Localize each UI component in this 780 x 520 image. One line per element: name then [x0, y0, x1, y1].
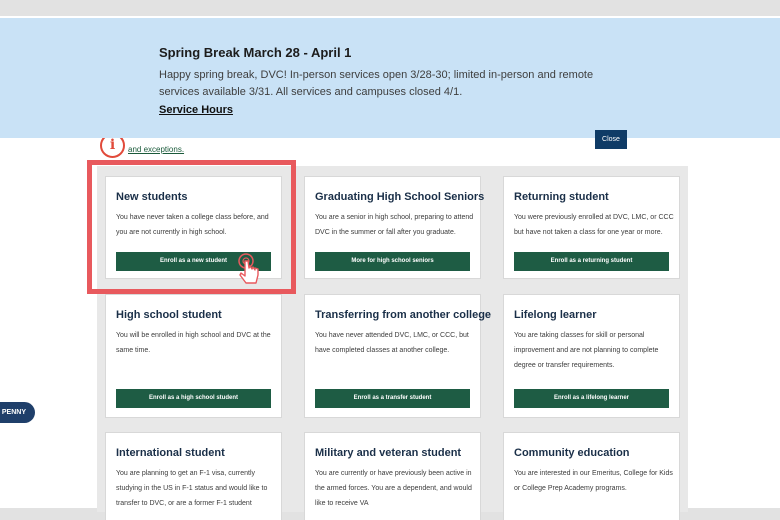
card-title: Graduating High School Seniors: [315, 191, 485, 203]
card-description: You are taking classes for skill or pers…: [514, 332, 659, 369]
banner-title: Spring Break March 28 - April 1: [159, 45, 352, 60]
card-description: You were previously enrolled at DVC, LMC…: [514, 214, 674, 236]
card-international-student: International student You are planning t…: [105, 432, 282, 520]
card-high-school-student: High school student You will be enrolled…: [105, 294, 282, 418]
card-returning-student: Returning student You were previously en…: [503, 176, 680, 279]
card-community-education: Community education You are interested i…: [503, 432, 680, 520]
card-military-veteran: Military and veteran student You are cur…: [304, 432, 481, 520]
card-description: You have never attended DVC, LMC, or CCC…: [315, 332, 469, 354]
card-title: Returning student: [514, 191, 609, 203]
highlight-box: [87, 160, 296, 294]
enroll-returning-student-button[interactable]: Enroll as a returning student: [514, 252, 669, 271]
hand-cursor-icon: [238, 253, 259, 284]
card-transferring: Transferring from another college You ha…: [304, 294, 491, 418]
card-title: Transferring from another college: [315, 309, 492, 321]
card-title: Lifelong learner: [514, 309, 597, 321]
enroll-transfer-student-button[interactable]: Enroll as a transfer student: [315, 389, 470, 408]
card-title: High school student: [116, 309, 222, 321]
card-description: You are currently or have previously bee…: [315, 470, 472, 507]
high-school-seniors-button[interactable]: More for high school seniors: [315, 252, 470, 271]
service-hours-link[interactable]: Service Hours: [159, 104, 233, 116]
card-lifelong-learner: Lifelong learner You are taking classes …: [503, 294, 680, 418]
penny-chat-button[interactable]: PENNY: [0, 402, 35, 423]
card-description: You are interested in our Emeritus, Coll…: [514, 470, 673, 492]
card-title: Military and veteran student: [315, 447, 462, 459]
card-description: You will be enrolled in high school and …: [116, 332, 271, 354]
exceptions-link[interactable]: and exceptions.: [128, 145, 184, 154]
card-title: Community education: [514, 447, 630, 459]
card-description: You are a senior in high school, prepari…: [315, 214, 474, 236]
enroll-high-school-student-button[interactable]: Enroll as a high school student: [116, 389, 271, 408]
card-graduating-seniors: Graduating High School Seniors You are a…: [304, 176, 485, 279]
announcement-banner: Spring Break March 28 - April 1 Happy sp…: [0, 18, 780, 149]
card-description: You are planning to get an F-1 visa, cur…: [116, 470, 268, 507]
enroll-lifelong-learner-button[interactable]: Enroll as a lifelong learner: [514, 389, 669, 408]
close-button[interactable]: Close: [595, 130, 627, 149]
banner-text: Happy spring break, DVC! In-person servi…: [159, 69, 594, 98]
card-title: International student: [116, 447, 225, 459]
